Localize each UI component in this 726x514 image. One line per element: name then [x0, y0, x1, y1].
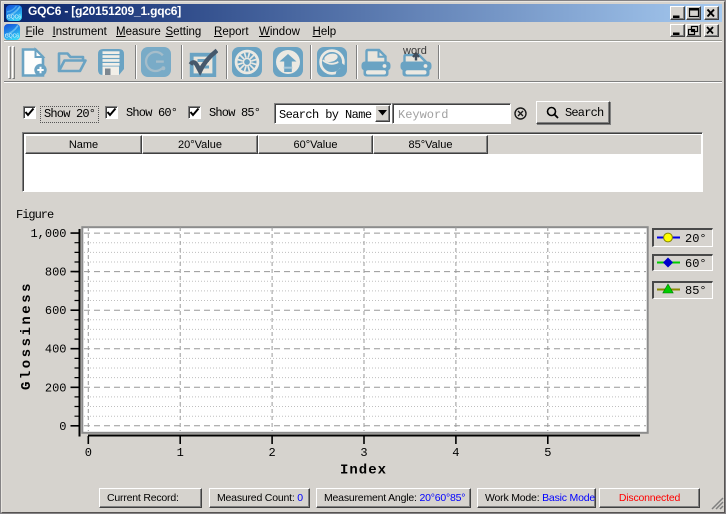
svg-text:20°: 20°	[685, 232, 707, 246]
svg-text:GQC6: GQC6	[5, 34, 19, 40]
svg-text:Glossiness: Glossiness	[19, 281, 35, 390]
svg-text:GQC6: GQC6	[7, 15, 21, 21]
svg-text:60°: 60°	[685, 257, 707, 271]
svg-text:85°: 85°	[685, 284, 707, 298]
svg-text:3: 3	[360, 446, 367, 460]
svg-text:1: 1	[177, 446, 184, 460]
svg-text:200: 200	[45, 381, 67, 395]
svg-text:0: 0	[85, 446, 92, 460]
svg-text:400: 400	[45, 343, 67, 357]
svg-text:800: 800	[45, 266, 67, 280]
svg-text:1,000: 1,000	[30, 227, 66, 241]
svg-text:5: 5	[544, 446, 551, 460]
svg-text:0: 0	[59, 420, 66, 434]
svg-text:4: 4	[452, 446, 459, 460]
svg-text:600: 600	[45, 304, 67, 318]
svg-text:Index: Index	[340, 463, 387, 479]
svg-text:2: 2	[268, 446, 275, 460]
